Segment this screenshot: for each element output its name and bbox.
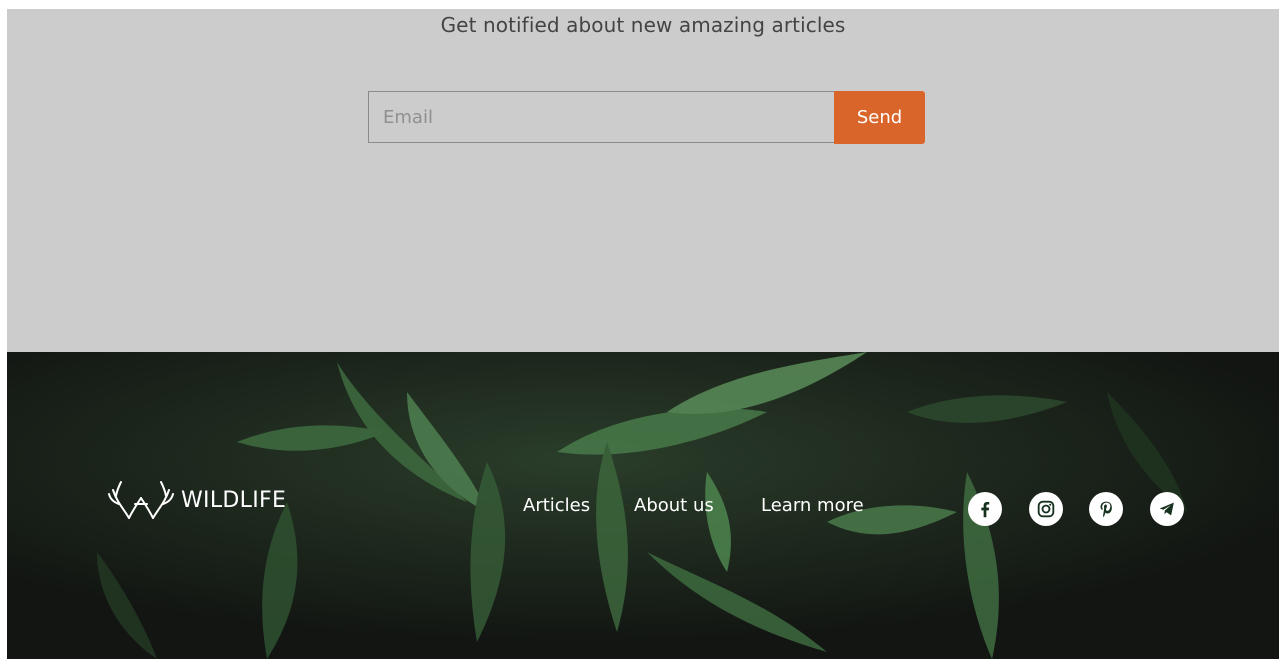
instagram-link[interactable]	[1029, 492, 1063, 526]
nav-articles[interactable]: Articles	[523, 495, 590, 516]
facebook-icon	[981, 501, 990, 518]
telegram-icon	[1159, 502, 1174, 516]
instagram-icon	[1037, 500, 1055, 518]
newsletter-section: Get notified about new amazing articles …	[7, 9, 1279, 352]
send-button[interactable]: Send	[834, 91, 925, 144]
footer: WILDLIFE Articles About us Learn more	[7, 352, 1279, 659]
nav-about-us[interactable]: About us	[634, 495, 714, 516]
telegram-link[interactable]	[1150, 492, 1184, 526]
newsletter-title: Get notified about new amazing articles	[440, 13, 846, 37]
brand[interactable]: WILDLIFE	[107, 480, 286, 520]
antlers-logo-icon	[108, 481, 174, 519]
pinterest-link[interactable]	[1089, 492, 1123, 526]
pinterest-icon	[1100, 501, 1112, 518]
nav-learn-more[interactable]: Learn more	[761, 495, 864, 516]
facebook-link[interactable]	[968, 492, 1002, 526]
email-input[interactable]	[368, 91, 835, 143]
page-frame: Get notified about new amazing articles …	[7, 9, 1279, 659]
brand-name: WILDLIFE	[181, 487, 287, 513]
